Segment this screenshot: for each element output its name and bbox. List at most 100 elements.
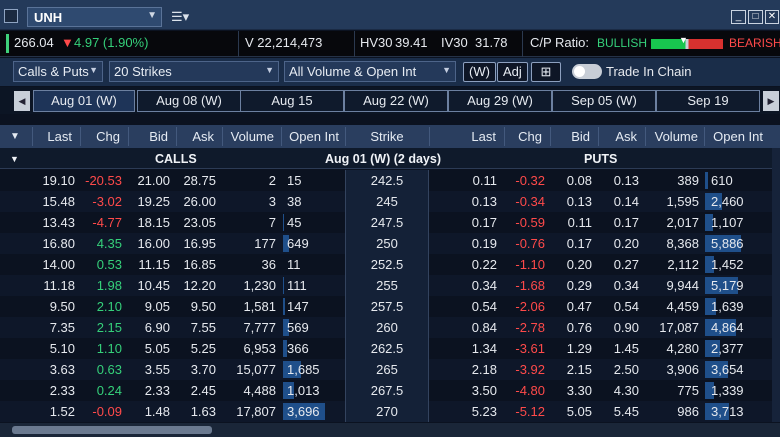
chevron-down-icon[interactable]: ▼	[147, 10, 157, 21]
adjusted-button[interactable]: Adj	[497, 62, 528, 82]
put-chg-cell[interactable]: -1.68	[503, 278, 545, 293]
put-bid-cell[interactable]: 0.13	[550, 194, 592, 209]
call-ask-cell[interactable]: 26.00	[176, 194, 216, 209]
call-bid-cell[interactable]: 9.05	[128, 299, 170, 314]
put-volume-cell[interactable]: 4,280	[645, 341, 699, 356]
col-put-chg[interactable]: Chg	[510, 129, 542, 144]
put-last-cell[interactable]: 2.18	[455, 362, 497, 377]
col-put-openint[interactable]: Open Int	[709, 129, 763, 144]
call-openint-cell[interactable]: 111	[287, 278, 327, 293]
put-chg-cell[interactable]: -3.61	[503, 341, 545, 356]
call-volume-cell[interactable]: 1,230	[222, 278, 276, 293]
call-bid-cell[interactable]: 19.25	[128, 194, 170, 209]
close-button[interactable]: ✕	[765, 10, 779, 24]
put-volume-cell[interactable]: 9,944	[645, 278, 699, 293]
call-bid-cell[interactable]: 3.55	[128, 362, 170, 377]
expiration-tab[interactable]: Aug 01 (W)	[33, 90, 135, 112]
call-openint-cell[interactable]: 366	[287, 341, 327, 356]
call-last-cell[interactable]: 7.35	[35, 320, 75, 335]
put-openint-cell[interactable]: 3,654	[711, 362, 761, 377]
strike-cell[interactable]: 252.5	[345, 254, 429, 275]
expiration-tab[interactable]: Sep 05 (W)	[552, 90, 656, 112]
call-openint-cell[interactable]: 1,685	[287, 362, 327, 377]
put-last-cell[interactable]: 1.34	[455, 341, 497, 356]
scroll-right-icon[interactable]: ▶	[763, 91, 779, 111]
put-chg-cell[interactable]: -3.92	[503, 362, 545, 377]
table-row[interactable]: 19.10 -20.53 21.00 28.75 2 15 242.5 0.11 -0.32 0.…	[0, 170, 780, 191]
call-chg-cell[interactable]: 2.10	[82, 299, 122, 314]
call-last-cell[interactable]: 16.80	[35, 236, 75, 251]
collapse-icon[interactable]: ▼	[10, 154, 19, 164]
call-volume-cell[interactable]: 6,953	[222, 341, 276, 356]
put-bid-cell[interactable]: 2.15	[550, 362, 592, 377]
table-row[interactable]: 14.00 0.53 11.15 16.85 36 11 252.5 0.22 -1.10 0.2…	[0, 254, 780, 275]
strike-cell[interactable]: 270	[345, 401, 429, 422]
put-volume-cell[interactable]: 4,459	[645, 299, 699, 314]
call-openint-cell[interactable]: 15	[287, 173, 327, 188]
put-chg-cell[interactable]: -2.78	[503, 320, 545, 335]
expiration-tab[interactable]: Aug 29 (W)	[448, 90, 552, 112]
collapse-icon[interactable]: ▼	[10, 131, 20, 142]
put-volume-cell[interactable]: 3,906	[645, 362, 699, 377]
call-bid-cell[interactable]: 2.33	[128, 383, 170, 398]
filter-select[interactable]: All Volume & Open Int ▼	[284, 61, 456, 82]
expiration-tab[interactable]: Aug 22 (W)	[344, 90, 448, 112]
call-ask-cell[interactable]: 28.75	[176, 173, 216, 188]
call-volume-cell[interactable]: 17,807	[222, 404, 276, 419]
call-ask-cell[interactable]: 16.95	[176, 236, 216, 251]
put-ask-cell[interactable]: 0.27	[597, 257, 639, 272]
put-bid-cell[interactable]: 0.20	[550, 257, 592, 272]
col-call-ask[interactable]: Ask	[184, 129, 214, 144]
call-chg-cell[interactable]: -0.09	[82, 404, 122, 419]
table-row[interactable]: 2.33 0.24 2.33 2.45 4,488 1,013 267.5 3.50 -4.80…	[0, 380, 780, 401]
put-chg-cell[interactable]: -0.32	[503, 173, 545, 188]
put-bid-cell[interactable]: 1.29	[550, 341, 592, 356]
call-ask-cell[interactable]: 5.25	[176, 341, 216, 356]
weekly-button[interactable]: (W)	[463, 62, 496, 82]
call-chg-cell[interactable]: 0.24	[82, 383, 122, 398]
call-last-cell[interactable]: 9.50	[35, 299, 75, 314]
call-bid-cell[interactable]: 16.00	[128, 236, 170, 251]
put-bid-cell[interactable]: 5.05	[550, 404, 592, 419]
call-ask-cell[interactable]: 12.20	[176, 278, 216, 293]
call-openint-cell[interactable]: 3,696	[287, 404, 327, 419]
put-bid-cell[interactable]: 0.29	[550, 278, 592, 293]
put-ask-cell[interactable]: 0.90	[597, 320, 639, 335]
table-row[interactable]: 3.63 0.63 3.55 3.70 15,077 1,685 265 2.18 -3.92 2…	[0, 359, 780, 380]
put-last-cell[interactable]: 0.84	[455, 320, 497, 335]
put-openint-cell[interactable]: 1,639	[711, 299, 761, 314]
put-ask-cell[interactable]: 0.54	[597, 299, 639, 314]
call-bid-cell[interactable]: 6.90	[128, 320, 170, 335]
table-row[interactable]: 15.48 -3.02 19.25 26.00 3 38 245 0.13 -0.34 0.13 0…	[0, 191, 780, 212]
put-ask-cell[interactable]: 0.17	[597, 215, 639, 230]
col-call-chg[interactable]: Chg	[88, 129, 120, 144]
call-ask-cell[interactable]: 2.45	[176, 383, 216, 398]
expiration-tab[interactable]: Aug 15	[240, 90, 344, 112]
put-volume-cell[interactable]: 389	[645, 173, 699, 188]
put-last-cell[interactable]: 0.34	[455, 278, 497, 293]
put-last-cell[interactable]: 0.11	[455, 173, 497, 188]
call-ask-cell[interactable]: 3.70	[176, 362, 216, 377]
table-row[interactable]: 7.35 2.15 6.90 7.55 7,777 569 260 0.84 -2.78 0.76…	[0, 317, 780, 338]
call-chg-cell[interactable]: 0.63	[82, 362, 122, 377]
call-openint-cell[interactable]: 45	[287, 215, 327, 230]
call-openint-cell[interactable]: 569	[287, 320, 327, 335]
call-volume-cell[interactable]: 4,488	[222, 383, 276, 398]
put-last-cell[interactable]: 0.54	[455, 299, 497, 314]
call-chg-cell[interactable]: -4.77	[82, 215, 122, 230]
put-volume-cell[interactable]: 986	[645, 404, 699, 419]
call-volume-cell[interactable]: 15,077	[222, 362, 276, 377]
horizontal-scrollbar[interactable]	[0, 423, 780, 437]
call-volume-cell[interactable]: 2	[222, 173, 276, 188]
strike-cell[interactable]: 245	[345, 191, 429, 212]
type-select[interactable]: Calls & Puts ▼	[13, 61, 103, 82]
call-chg-cell[interactable]: -3.02	[82, 194, 122, 209]
put-last-cell[interactable]: 0.19	[455, 236, 497, 251]
put-bid-cell[interactable]: 0.76	[550, 320, 592, 335]
expiration-tab[interactable]: Aug 08 (W)	[137, 90, 241, 112]
put-openint-cell[interactable]: 1,339	[711, 383, 761, 398]
put-openint-cell[interactable]: 4,864	[711, 320, 761, 335]
put-chg-cell[interactable]: -1.10	[503, 257, 545, 272]
call-last-cell[interactable]: 3.63	[35, 362, 75, 377]
call-last-cell[interactable]: 2.33	[35, 383, 75, 398]
